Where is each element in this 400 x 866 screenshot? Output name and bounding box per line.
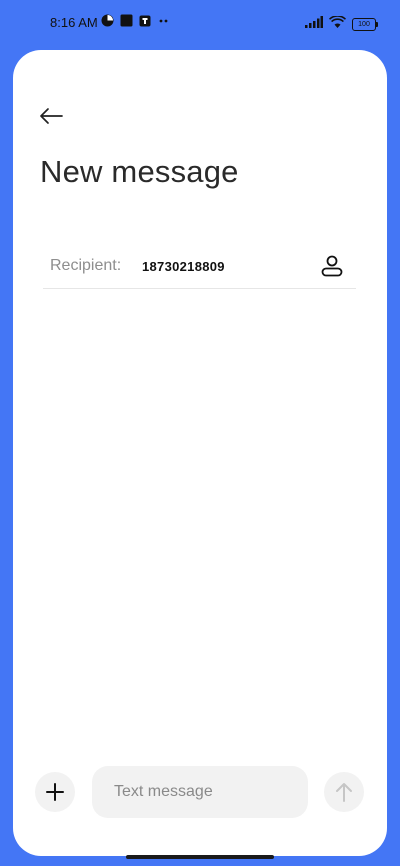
wifi-icon bbox=[328, 15, 347, 33]
message-card: New message Recipient: 18730218809 bbox=[13, 50, 387, 856]
home-indicator[interactable] bbox=[126, 855, 274, 859]
battery-icon: 100 bbox=[352, 17, 378, 31]
contact-picker-button[interactable] bbox=[318, 252, 346, 280]
arrow-up-icon bbox=[336, 783, 352, 802]
status-bar: 8:16 AM 100 bbox=[0, 0, 400, 44]
person-icon bbox=[321, 255, 343, 277]
send-button[interactable] bbox=[324, 772, 364, 812]
message-input[interactable] bbox=[92, 766, 308, 818]
add-attachment-button[interactable] bbox=[35, 772, 75, 812]
recipient-value[interactable]: 18730218809 bbox=[142, 259, 225, 274]
recipient-row[interactable]: Recipient: 18730218809 bbox=[43, 246, 356, 289]
pinwheel-icon bbox=[101, 14, 114, 32]
app-notification-icon bbox=[139, 14, 151, 32]
page-title: New message bbox=[40, 154, 239, 189]
status-icons-right: 100 bbox=[305, 15, 378, 33]
status-icons-left bbox=[101, 14, 171, 32]
more-dots-icon bbox=[157, 14, 171, 32]
status-time: 8:16 AM bbox=[50, 15, 98, 30]
plus-icon bbox=[46, 783, 64, 801]
screen: 8:16 AM 100 New message Recipient: 18730… bbox=[0, 0, 400, 866]
square-icon bbox=[120, 14, 133, 32]
recipient-label: Recipient: bbox=[50, 257, 122, 274]
back-arrow-icon bbox=[40, 108, 63, 124]
signal-icon bbox=[305, 15, 323, 33]
back-button[interactable] bbox=[35, 102, 67, 130]
